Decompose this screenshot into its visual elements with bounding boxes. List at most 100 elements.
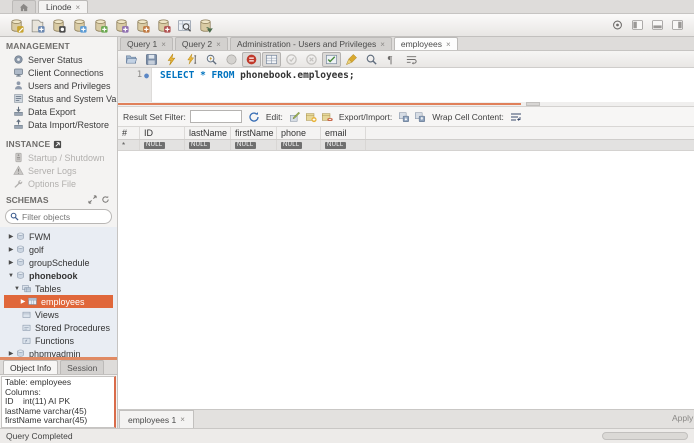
reconnect-dbms-icon[interactable] [195,17,216,34]
expand-schemas-icon[interactable] [88,195,98,205]
cell-phone[interactable]: NULL [277,140,321,150]
tree-item-views[interactable]: Views [4,308,113,321]
wrap-content-icon[interactable] [508,110,524,124]
refresh-schemas-icon[interactable] [101,195,111,205]
import-records-icon[interactable] [412,110,428,124]
cell-id[interactable]: NULL [140,140,185,150]
tree-item-stored-procedures[interactable]: Stored Procedures [4,321,113,334]
close-icon[interactable]: × [180,415,185,424]
invisible-chars-icon[interactable]: ¶ [382,52,401,67]
new-query-tab-icon[interactable] [6,17,27,34]
sidebar-item-data-export[interactable]: Data Export [0,105,117,118]
execute-current-icon[interactable] [182,52,201,67]
save-script-icon[interactable] [142,52,161,67]
result-filter-input[interactable] [190,110,242,123]
toggle-right-panel-icon[interactable] [668,18,686,32]
stop-icon[interactable] [222,52,241,67]
tree-item-fwm[interactable]: ▶FWM [4,230,113,243]
apply-button[interactable]: Apply [668,413,694,423]
new-table-icon[interactable] [90,17,111,34]
column-header-id[interactable]: ID [140,127,185,139]
tree-item-functions[interactable]: Functions [4,334,113,347]
toggle-left-panel-icon[interactable] [628,18,646,32]
sidebar-item-server-logs[interactable]: Server Logs [0,164,117,177]
refresh-grid-icon[interactable] [246,110,262,124]
collapse-arrow-icon[interactable]: ▼ [7,273,15,279]
cell-email[interactable]: NULL [321,140,366,150]
result-grid-body[interactable] [118,151,694,409]
home-tab[interactable] [12,0,36,13]
expand-arrow-icon[interactable]: ▶ [7,259,15,266]
collapse-arrow-icon[interactable]: ▼ [13,286,21,292]
limit-rows-icon[interactable] [262,52,281,67]
cell-lastname[interactable]: NULL [185,140,231,150]
toggle-bottom-panel-icon[interactable] [648,18,666,32]
tree-item-tables[interactable]: ▼Tables [4,282,113,295]
tree-item-groupschedule[interactable]: ▶groupSchedule [4,256,113,269]
sidebar-item-label: Options File [28,179,76,189]
editor-tab-administration-users-and-privileges[interactable]: Administration - Users and Privileges× [230,37,392,50]
column-header-email[interactable]: email [321,127,366,139]
sidebar-item-users-and-privileges[interactable]: Users and Privileges [0,79,117,92]
search-table-data-icon[interactable] [174,17,195,34]
editor-tab-query-1[interactable]: Query 1× [120,37,173,50]
expand-arrow-icon[interactable]: ▶ [7,350,15,357]
stop-on-error-icon[interactable] [242,52,261,67]
sql-code-editor[interactable]: 1 ● SELECT * FROM phonebook.employees; [118,68,694,102]
beautify-icon[interactable] [342,52,361,67]
new-view-icon[interactable] [111,17,132,34]
close-icon[interactable]: × [76,3,81,12]
wrap-lines-icon[interactable] [402,52,421,67]
horizontal-scrollbar[interactable] [602,432,688,440]
result-tab-employees1[interactable]: employees 1 × [119,410,194,428]
expand-arrow-icon[interactable]: ▶ [19,298,27,305]
tree-item-phonebook[interactable]: ▼phonebook [4,269,113,282]
schema-filter-input[interactable] [22,212,107,222]
column-header-lastname[interactable]: lastName [185,127,231,139]
edit-record-icon[interactable] [287,110,303,124]
autocommit-icon[interactable] [322,52,341,67]
column-header-rownum[interactable]: # [118,127,140,139]
expand-arrow-icon[interactable]: ▶ [7,233,15,240]
execute-icon[interactable] [162,52,181,67]
cell-firstname[interactable]: NULL [231,140,277,150]
close-icon[interactable]: × [216,40,221,49]
editor-tab-employees[interactable]: employees× [394,37,458,50]
editor-tab-query-2[interactable]: Query 2× [175,37,228,50]
editor-result-splitter[interactable] [118,102,694,106]
tree-item-golf[interactable]: ▶golf [4,243,113,256]
add-record-icon[interactable] [303,110,319,124]
new-procedure-icon[interactable] [132,17,153,34]
new-connection-icon[interactable] [48,17,69,34]
find-icon[interactable] [362,52,381,67]
export-recordset-icon[interactable] [396,110,412,124]
sidebar-item-server-status[interactable]: Server Status [0,53,117,66]
new-function-icon[interactable] [153,17,174,34]
tab-session[interactable]: Session [60,360,104,374]
sidebar-item-status-and-system-variables[interactable]: Status and System Variables [0,92,117,105]
column-header-firstname[interactable]: firstName [231,127,277,139]
open-script-icon[interactable] [122,52,141,67]
commit-icon[interactable] [282,52,301,67]
status-circle-icon[interactable] [608,18,626,32]
sidebar-item-client-connections[interactable]: Client Connections [0,66,117,79]
connection-tab-linode[interactable]: Linode × [38,0,88,13]
expand-arrow-icon[interactable]: ▶ [7,246,15,253]
delete-record-icon[interactable] [319,110,335,124]
result-grid-new-row[interactable]: *NULLNULLNULLNULLNULL [118,140,694,151]
close-icon[interactable]: × [446,40,451,49]
tree-item-phpmyadmin[interactable]: ▶phpmyadmin [4,347,113,357]
sidebar-item-startup-shutdown[interactable]: Startup / Shutdown [0,151,117,164]
close-icon[interactable]: × [380,40,385,49]
tab-object-info[interactable]: Object Info [3,360,58,374]
column-header-phone[interactable]: phone [277,127,321,139]
open-sql-script-icon[interactable] [27,17,48,34]
tree-item-employees[interactable]: ▶employees [4,295,113,308]
explain-icon[interactable] [202,52,221,67]
sidebar-item-options-file[interactable]: Options File [0,177,117,190]
close-icon[interactable]: × [161,40,166,49]
rollback-icon[interactable] [302,52,321,67]
edit-label: Edit: [266,112,283,122]
sidebar-item-data-import-restore[interactable]: Data Import/Restore [0,118,117,131]
new-schema-icon[interactable] [69,17,90,34]
